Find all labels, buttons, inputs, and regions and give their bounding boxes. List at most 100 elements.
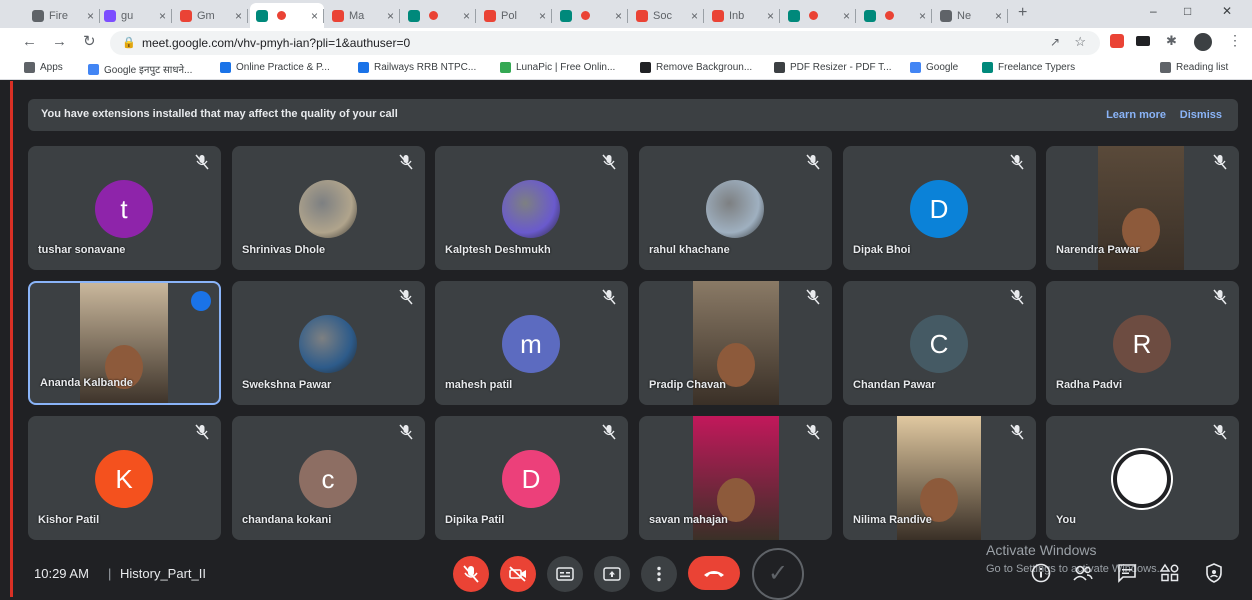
reload-icon[interactable]: ↻ [83,32,96,50]
browser-tab[interactable]: Ma × [326,3,400,28]
bookmark-item[interactable]: LunaPic | Free Onlin... [500,62,615,73]
share-icon[interactable]: ↗ [1050,35,1060,49]
bookmark-item[interactable]: Online Practice & P... [220,62,330,73]
browser-tab[interactable]: × [250,3,324,28]
participant-tile[interactable]: savan mahajan [639,416,832,540]
browser-tab[interactable]: × [782,3,856,28]
participant-tile[interactable]: Ananda Kalbande [28,281,221,405]
tab-close-icon[interactable]: × [919,9,926,23]
tab-close-icon[interactable]: × [691,9,698,23]
bookmark-favicon-icon [982,62,993,73]
browser-tab[interactable]: Soc × [630,3,704,28]
cursor-overlay-circle: ✓ [752,548,804,600]
profile-avatar[interactable] [1194,33,1212,51]
extension-icon[interactable] [1110,34,1124,48]
participant-tile[interactable]: D Dipika Patil [435,416,628,540]
phone-hangup-icon [704,571,724,577]
bookmark-star-icon[interactable]: ☆ [1074,34,1086,50]
mic-muted-icon [1010,424,1024,440]
host-controls-shield-icon[interactable] [1203,562,1225,584]
participant-tile[interactable]: D Dipak Bhoi [843,146,1036,270]
participant-tile[interactable]: Narendra Pawar [1046,146,1239,270]
tab-favicon-icon [32,9,44,22]
participant-tile[interactable]: K Kishor Patil [28,416,221,540]
browser-tab[interactable]: × [858,3,932,28]
chat-icon[interactable] [1116,562,1138,584]
tab-close-icon[interactable]: × [843,9,850,23]
bookmark-item[interactable]: Reading list [1160,62,1228,73]
participant-name: chandana kokani [242,514,332,526]
tab-close-icon[interactable]: × [159,9,166,23]
bookmark-item[interactable]: Remove Backgroun... [640,62,752,73]
tab-close-icon[interactable]: × [87,9,94,23]
camera-off-button[interactable] [500,556,536,592]
browser-tab[interactable]: gu × [98,3,172,28]
new-tab-icon[interactable]: + [1018,4,1027,22]
tab-favicon-icon [256,9,268,22]
bookmark-item[interactable]: Railways RRB NTPC... [358,62,476,73]
participant-tile[interactable]: Kalptesh Deshmukh [435,146,628,270]
mic-muted-icon [602,154,616,170]
mic-off-button[interactable] [453,556,489,592]
tab-close-icon[interactable]: × [235,9,242,23]
present-button[interactable] [594,556,630,592]
puzzle-icon[interactable]: ✱ [1166,33,1177,49]
participant-tile[interactable]: m mahesh patil [435,281,628,405]
meeting-info-icon[interactable] [1030,562,1052,584]
more-options-button[interactable] [641,556,677,592]
browser-tab[interactable]: Pol × [478,3,552,28]
browser-tab[interactable]: Inb × [706,3,780,28]
tab-close-icon[interactable]: × [463,9,470,23]
participant-tile[interactable]: rahul khachane [639,146,832,270]
maximize-icon[interactable]: □ [1184,4,1191,18]
tab-favicon-icon [180,9,192,22]
browser-tab[interactable]: Fire × [26,3,100,28]
bookmark-item[interactable]: Google इनपुट साधने... [88,62,192,76]
back-icon[interactable]: ← [22,33,37,50]
tab-strip: Fire × gu × Gm × × Ma × × Pol × × Soc × Inb × × × Ne × + – □ ✕ [0,0,1252,28]
minimize-icon[interactable]: – [1150,4,1157,18]
participant-tile[interactable]: You [1046,416,1239,540]
tab-favicon-icon [408,9,420,22]
participant-tile[interactable]: Nilima Randive [843,416,1036,540]
browser-tab[interactable]: × [402,3,476,28]
browser-tab[interactable]: × [554,3,628,28]
bookmark-favicon-icon [500,62,511,73]
leave-call-button[interactable] [688,556,740,590]
tab-close-icon[interactable]: × [539,9,546,23]
captions-button[interactable] [547,556,583,592]
window-close-icon[interactable]: ✕ [1222,4,1232,18]
tab-divider [247,9,248,23]
mic-muted-icon [806,154,820,170]
tab-label: Ma [349,9,365,22]
participant-tile[interactable]: c chandana kokani [232,416,425,540]
learn-more-link[interactable]: Learn more [1106,109,1166,121]
browser-tab[interactable]: Gm × [174,3,248,28]
tab-close-icon[interactable]: × [311,9,318,23]
extension-icon[interactable] [1136,36,1150,46]
address-bar[interactable]: 🔒 meet.google.com/vhv-pmyh-ian?pli=1&aut… [110,31,1100,55]
tab-close-icon[interactable]: × [995,9,1002,23]
url-text: meet.google.com/vhv-pmyh-ian?pli=1&authu… [142,36,411,50]
browser-tab[interactable]: Ne × [934,3,1008,28]
bookmark-item[interactable]: PDF Resizer - PDF T... [774,62,892,73]
participant-name: mahesh patil [445,379,513,391]
bookmark-item[interactable]: Apps [24,62,63,73]
activities-icon[interactable] [1159,562,1181,584]
tab-label: Fire [49,9,68,22]
people-icon[interactable] [1072,562,1094,584]
participant-tile[interactable]: Shrinivas Dhole [232,146,425,270]
participant-tile[interactable]: Pradip Chavan [639,281,832,405]
menu-kebab-icon[interactable]: ⋮ [1228,32,1242,49]
tab-close-icon[interactable]: × [615,9,622,23]
participant-tile[interactable]: Swekshna Pawar [232,281,425,405]
bookmark-item[interactable]: Google [910,62,958,73]
tab-close-icon[interactable]: × [387,9,394,23]
dismiss-button[interactable]: Dismiss [1180,109,1222,121]
participant-tile[interactable]: C Chandan Pawar [843,281,1036,405]
participant-tile[interactable]: R Radha Padvi [1046,281,1239,405]
tab-close-icon[interactable]: × [767,9,774,23]
bookmark-item[interactable]: Freelance Typers [982,62,1075,73]
participant-tile[interactable]: t tushar sonavane [28,146,221,270]
forward-icon[interactable]: → [52,33,67,50]
